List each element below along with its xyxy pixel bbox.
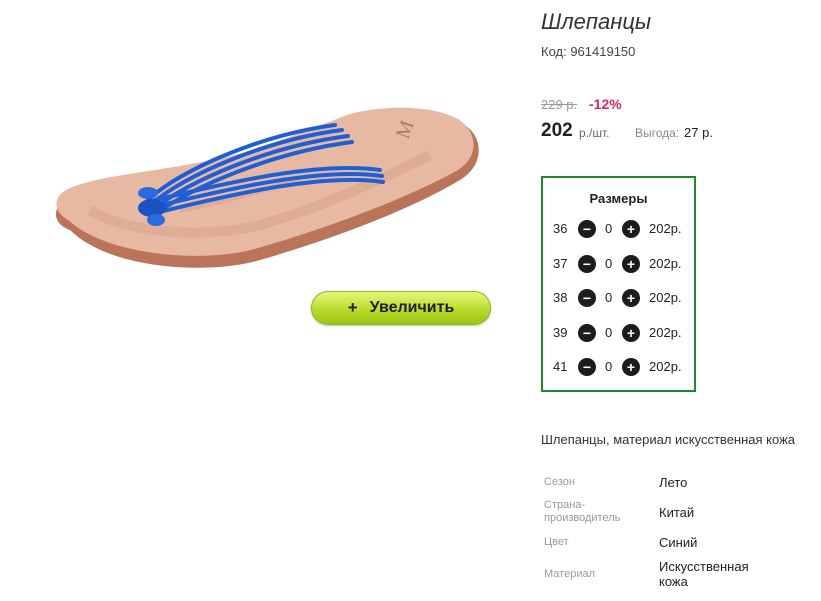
size-label: 38 bbox=[553, 290, 568, 305]
product-image: M bbox=[55, 107, 479, 268]
attribute-value: Лето bbox=[659, 475, 688, 490]
attribute-value: Китай bbox=[659, 505, 695, 520]
sizes-panel: Размеры 36 − 0 + 202р. 37 − 0 + 202р. 38… bbox=[541, 176, 696, 392]
size-price: 202р. bbox=[649, 359, 682, 374]
size-price: 202р. bbox=[649, 221, 682, 236]
size-price: 202р. bbox=[649, 290, 682, 305]
zoom-button[interactable]: + Увеличить bbox=[311, 291, 491, 325]
zoom-button-label: Увеличить bbox=[369, 299, 455, 316]
size-label: 37 bbox=[553, 256, 568, 271]
size-quantity: 0 bbox=[605, 256, 613, 271]
size-label: 41 bbox=[553, 359, 568, 374]
old-price: 229 р. bbox=[541, 97, 578, 112]
size-quantity: 0 bbox=[605, 325, 613, 340]
plus-circle-icon[interactable]: + bbox=[622, 255, 640, 273]
size-price: 202р. bbox=[649, 325, 682, 340]
saving-value: 27 р. bbox=[684, 125, 713, 140]
size-row: 38 − 0 + 202р. bbox=[543, 288, 694, 308]
price-value: 202 bbox=[541, 120, 573, 141]
product-title: Шлепанцы bbox=[541, 9, 652, 34]
attribute-label: Страна- производитель bbox=[544, 499, 621, 524]
plus-circle-icon[interactable]: + bbox=[622, 358, 640, 376]
size-quantity: 0 bbox=[605, 290, 613, 305]
saving-label: Выгода: bbox=[635, 126, 680, 140]
discount-badge: -12% bbox=[589, 96, 622, 112]
size-row: 39 − 0 + 202р. bbox=[543, 323, 694, 343]
size-price: 202р. bbox=[649, 256, 682, 271]
attribute-label: Цвет bbox=[544, 536, 569, 548]
attribute-label: Сезон bbox=[544, 476, 575, 488]
price-unit: р./шт. bbox=[579, 126, 610, 140]
sizes-title: Размеры bbox=[589, 191, 648, 206]
plus-circle-icon[interactable]: + bbox=[622, 324, 640, 342]
minus-circle-icon[interactable]: − bbox=[578, 220, 596, 238]
size-quantity: 0 bbox=[605, 359, 613, 374]
size-row: 37 − 0 + 202р. bbox=[543, 254, 694, 274]
minus-circle-icon[interactable]: − bbox=[578, 289, 596, 307]
size-quantity: 0 bbox=[605, 221, 613, 236]
attribute-value: Искусственная кожа bbox=[659, 559, 749, 589]
attribute-label: Материал bbox=[544, 568, 595, 580]
minus-circle-icon[interactable]: − bbox=[578, 255, 596, 273]
plus-circle-icon[interactable]: + bbox=[622, 289, 640, 307]
minus-circle-icon[interactable]: − bbox=[578, 324, 596, 342]
size-row: 36 − 0 + 202р. bbox=[543, 219, 694, 239]
product-code: Код: 961419150 bbox=[541, 44, 636, 59]
size-label: 36 bbox=[553, 221, 568, 236]
attribute-value: Синий bbox=[659, 535, 698, 550]
plus-circle-icon[interactable]: + bbox=[622, 220, 640, 238]
product-description: Шлепанцы, материал искусственная кожа bbox=[541, 432, 796, 447]
plus-icon: + bbox=[347, 298, 358, 317]
size-row: 41 − 0 + 202р. bbox=[543, 357, 694, 377]
minus-circle-icon[interactable]: − bbox=[578, 358, 596, 376]
size-label: 39 bbox=[553, 325, 568, 340]
